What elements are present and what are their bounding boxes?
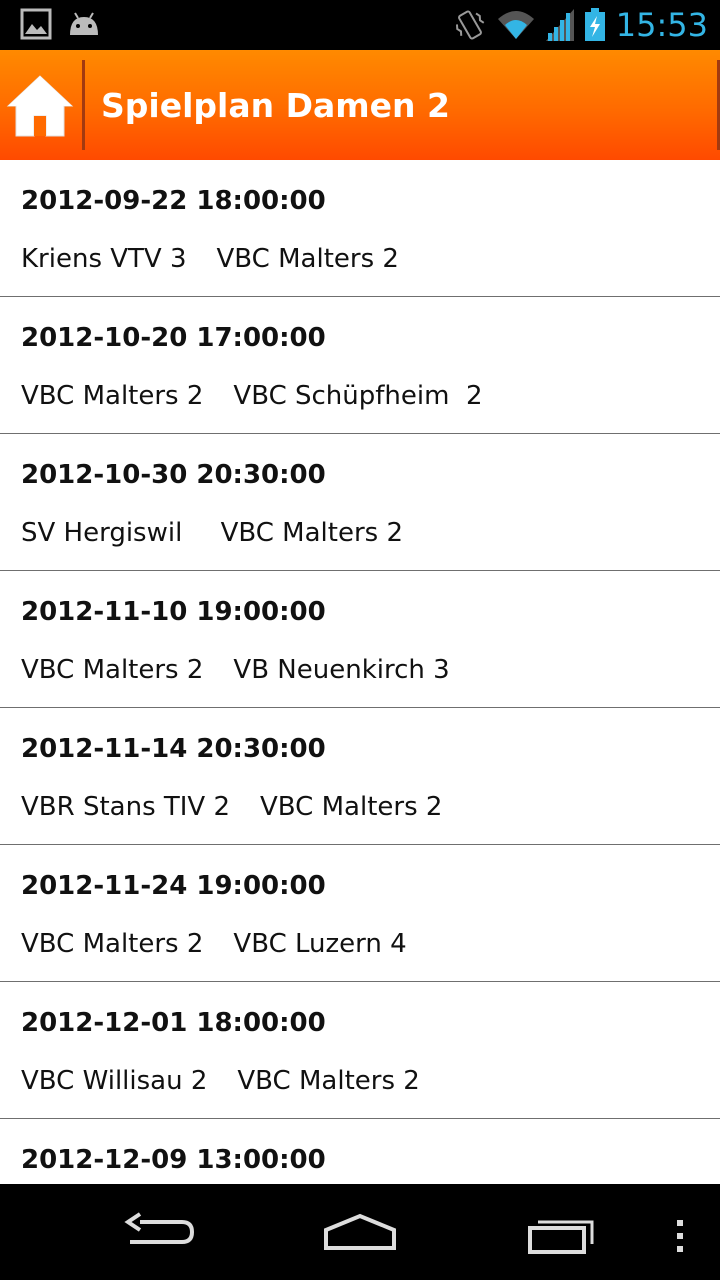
home-team: VBC Malters 2 — [21, 929, 204, 959]
back-icon — [124, 1212, 195, 1244]
away-team: VBC Luzern 4 — [233, 929, 407, 959]
home-icon — [6, 75, 74, 137]
list-item[interactable]: 2012-11-24 19:00:00 VBC Malters 2 VBC Luz… — [0, 845, 720, 982]
home-button[interactable] — [4, 70, 76, 140]
home-nav-button[interactable] — [318, 1202, 402, 1262]
list-item[interactable]: 2012-10-30 20:30:00 SV Hergiswil VBC Mal… — [0, 434, 720, 571]
list-item[interactable]: 2012-10-20 17:00:00 VBC Malters 2 VBC Sch… — [0, 297, 720, 434]
game-date: 2012-12-09 13:00:00 — [21, 1145, 326, 1175]
status-bar: 15:53 — [0, 0, 720, 50]
list-item[interactable]: 2012-12-01 18:00:00 VBC Willisau 2 VBC Ma… — [0, 982, 720, 1119]
home-team: SV Hergiswil — [21, 518, 191, 548]
signal-icon — [545, 9, 574, 41]
away-team: VB Neuenkirch 3 — [233, 655, 450, 685]
home-team: VBR Stans TIV 2 — [21, 792, 231, 822]
list-item[interactable]: 2012-11-10 19:00:00 VBC Malters 2 VB Neue… — [0, 571, 720, 708]
page-title: Spielplan Damen 2 — [101, 86, 450, 125]
home-team: VBC Willisau 2 — [21, 1066, 208, 1096]
away-team: VBC Malters 2 — [216, 244, 399, 274]
home-team: Kriens VTV 3 — [21, 244, 187, 274]
recent-apps-icon — [528, 1220, 594, 1254]
action-bar: Spielplan Damen 2 — [0, 50, 720, 160]
game-date: 2012-10-20 17:00:00 — [21, 323, 326, 353]
game-date: 2012-11-24 19:00:00 — [21, 871, 326, 901]
overflow-menu-button[interactable] — [670, 1202, 690, 1262]
game-date: 2012-12-01 18:00:00 — [21, 1008, 326, 1038]
status-time: 15:53 — [615, 6, 708, 44]
list-item[interactable]: 2012-11-14 20:30:00 VBR Stans TIV 2 VBC M… — [0, 708, 720, 845]
home-nav-icon — [324, 1213, 396, 1250]
android-icon — [70, 12, 98, 35]
away-team: VBC Malters 2 — [220, 518, 403, 548]
list-item[interactable]: 2012-09-22 18:00:00 Kriens VTV 3 VBC Malt… — [0, 160, 720, 297]
home-team: VBC Malters 2 — [21, 381, 204, 411]
back-button[interactable] — [120, 1202, 200, 1262]
recent-apps-button[interactable] — [522, 1202, 602, 1262]
home-team: VBC Malters 2 — [21, 655, 204, 685]
vibrate-icon — [455, 10, 485, 40]
game-date: 2012-09-22 18:00:00 — [21, 186, 326, 216]
action-bar-divider — [82, 60, 85, 150]
away-team: VBC Schüpfheim 2 — [233, 381, 483, 411]
game-date: 2012-11-10 19:00:00 — [21, 597, 326, 627]
list-item[interactable]: 2012-12-09 13:00:00 — [0, 1119, 720, 1184]
navigation-bar — [0, 1184, 720, 1280]
away-team: VBC Malters 2 — [260, 792, 443, 822]
wifi-icon — [497, 11, 534, 39]
image-icon — [20, 8, 52, 40]
overflow-menu-icon — [677, 1220, 683, 1252]
game-list: 2012-09-22 18:00:00 Kriens VTV 3 VBC Malt… — [0, 160, 720, 1184]
battery-charging-icon — [584, 8, 605, 41]
away-team: VBC Malters 2 — [237, 1066, 420, 1096]
game-date: 2012-11-14 20:30:00 — [21, 734, 326, 764]
game-date: 2012-10-30 20:30:00 — [21, 460, 326, 490]
